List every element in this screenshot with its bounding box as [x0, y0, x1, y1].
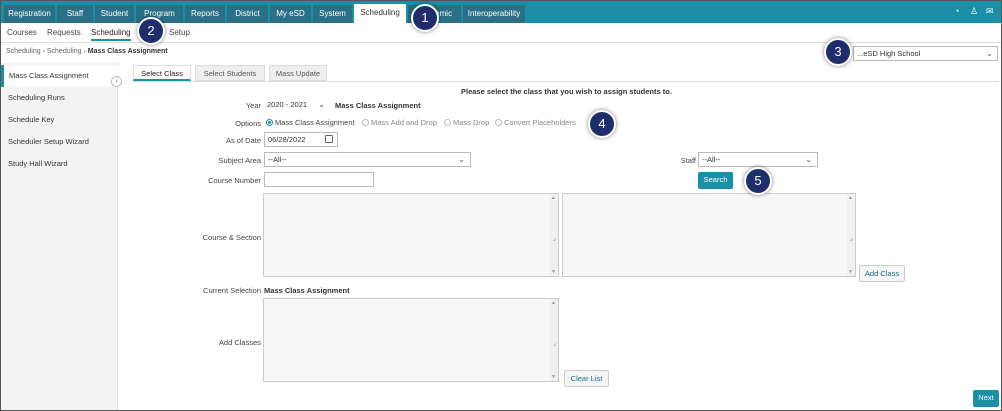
chevron-down-icon: ⌄ [318, 100, 325, 109]
option-mass-drop[interactable]: Mass Drop [444, 118, 489, 127]
nav-tab-interoperability[interactable]: Interoperability [463, 5, 525, 23]
current-selection-value: Mass Class Assignment [264, 286, 350, 295]
staff-select[interactable]: --All-- ⌄ [698, 152, 818, 167]
nav-tab-student[interactable]: Student [95, 5, 134, 23]
next-button[interactable]: Next [973, 390, 999, 407]
year-value: 2020 - 2021 [267, 100, 308, 109]
school-select[interactable]: ...eSD High School ⌄ [853, 46, 998, 61]
nav-tab-staff[interactable]: Staff [57, 5, 93, 23]
add-class-button[interactable]: Add Class [859, 265, 905, 282]
search-button[interactable]: Search [698, 172, 733, 189]
as-of-date-input[interactable]: 06/28/2022 [264, 132, 338, 147]
tab-mass-update[interactable]: Mass Update [269, 65, 327, 81]
tab-select-students[interactable]: Select Students [195, 65, 265, 81]
breadcrumb-item[interactable]: Scheduling [6, 48, 41, 55]
option-label: Mass Add and Drop [371, 118, 437, 127]
course-number-input[interactable] [264, 172, 374, 187]
chevron-down-icon: ⌄ [986, 49, 993, 58]
course-number-label: Course Number [208, 176, 261, 185]
option-label: Mass Drop [453, 118, 490, 127]
as-of-date-label: As of Date [225, 136, 261, 145]
scroll-up-icon[interactable]: ▲ [551, 195, 556, 201]
course-section-label: Course & Section [202, 233, 261, 242]
course-section-list[interactable]: ▲ ▼ ⌟ [263, 193, 559, 277]
add-classes-list[interactable]: ▲ ▼ ⌟ [263, 298, 559, 382]
subnav-tab-courses[interactable]: Courses [7, 27, 37, 41]
radio-selected-icon [266, 119, 273, 126]
radio-icon [362, 119, 369, 126]
subject-area-select[interactable]: --All-- ⌄ [264, 152, 471, 167]
nav-tab-scheduling[interactable]: Scheduling [354, 4, 406, 23]
scroll-up-icon[interactable]: ▲ [551, 300, 556, 306]
section-detail-list[interactable]: ▲ ▼ ⌟ [562, 193, 856, 277]
nav-tab-district[interactable]: District [227, 5, 268, 23]
sidebar-item-schedule-key[interactable]: Schedule Key [1, 109, 118, 131]
option-mass-class-assignment[interactable]: Mass Class Assignment [266, 118, 355, 127]
resize-handle-icon[interactable]: ⌟ [850, 235, 853, 242]
year-select[interactable]: 2020 - 2021 ⌄ [264, 98, 330, 112]
chevron-down-icon: ⌄ [805, 155, 812, 164]
subject-area-label: Subject Area [218, 156, 261, 165]
radio-icon [495, 119, 502, 126]
dashboard-icon[interactable]: ◔ [954, 7, 963, 16]
clear-list-button[interactable]: Clear List [564, 370, 609, 387]
sidebar: Mass Class Assignment Scheduling Runs Sc… [1, 63, 118, 410]
year-title: Mass Class Assignment [335, 101, 421, 110]
chevron-down-icon: ⌄ [458, 155, 465, 164]
subject-area-value: --All-- [268, 155, 287, 164]
option-label: Convert Placeholders [504, 118, 576, 127]
tab-divider [132, 81, 999, 82]
scroll-down-icon[interactable]: ▼ [848, 269, 853, 275]
user-icon[interactable]: ♙ [970, 7, 979, 16]
current-selection-label: Current Selection [203, 286, 261, 295]
option-mass-add-and-drop[interactable]: Mass Add and Drop [362, 118, 437, 127]
calendar-icon[interactable] [325, 135, 333, 143]
sidebar-item-scheduling-runs[interactable]: Scheduling Runs [1, 87, 118, 109]
mail-icon[interactable]: ✉ [986, 7, 995, 16]
sidebar-item-mass-class-assignment[interactable]: Mass Class Assignment [1, 65, 118, 87]
tab-select-class[interactable]: Select Class [133, 65, 191, 81]
resize-handle-icon[interactable]: ⌟ [553, 235, 556, 242]
staff-label: Staff [680, 156, 696, 165]
school-select-value: ...eSD High School [857, 49, 921, 58]
option-convert-placeholders[interactable]: Convert Placeholders [495, 118, 576, 127]
scroll-down-icon[interactable]: ▼ [551, 374, 556, 380]
resize-handle-icon[interactable]: ⌟ [553, 340, 556, 347]
scroll-up-icon[interactable]: ▲ [848, 195, 853, 201]
nav-tab-registration[interactable]: Registration [4, 5, 55, 23]
app-frame: Registration Staff Student Program Repor… [0, 0, 1002, 411]
callout-marker-5: 5 [744, 167, 772, 195]
nav-tab-system[interactable]: System [313, 5, 352, 23]
callout-marker-1: 1 [411, 4, 439, 32]
nav-tab-reports[interactable]: Reports [185, 5, 225, 23]
top-icons: ◔ ♙ ✉ [954, 7, 995, 16]
staff-value: --All-- [702, 155, 721, 164]
options-label: Options [235, 119, 261, 128]
instruction-text: Please select the class that you wish to… [461, 87, 672, 96]
collapse-sidebar-icon[interactable]: ‹ [111, 76, 122, 87]
option-label: Mass Class Assignment [275, 118, 355, 127]
callout-marker-2: 2 [137, 17, 165, 45]
scroll-down-icon[interactable]: ▼ [551, 269, 556, 275]
callout-marker-3: 3 [824, 38, 852, 66]
breadcrumb-item[interactable]: Scheduling [47, 48, 82, 55]
subnav-tab-setup[interactable]: Setup [169, 27, 190, 41]
subnav-tab-scheduling[interactable]: Scheduling [91, 27, 131, 41]
as-of-date-value: 06/28/2022 [268, 135, 306, 144]
sidebar-item-study-hall-wizard[interactable]: Study Hall Wizard [1, 153, 118, 175]
callout-marker-4: 4 [588, 110, 616, 138]
nav-tab-my-esd[interactable]: My eSD [270, 5, 311, 23]
year-label: Year [245, 101, 261, 110]
sidebar-item-scheduler-setup-wizard[interactable]: Scheduler Setup Wizard [1, 131, 118, 153]
breadcrumb-current: Mass Class Assignment [87, 48, 168, 55]
radio-icon [444, 119, 451, 126]
breadcrumb: Scheduling › Scheduling › Mass Class Ass… [6, 48, 168, 55]
subnav-tab-requests[interactable]: Requests [47, 27, 81, 41]
add-classes-label: Add Classes [218, 338, 261, 347]
